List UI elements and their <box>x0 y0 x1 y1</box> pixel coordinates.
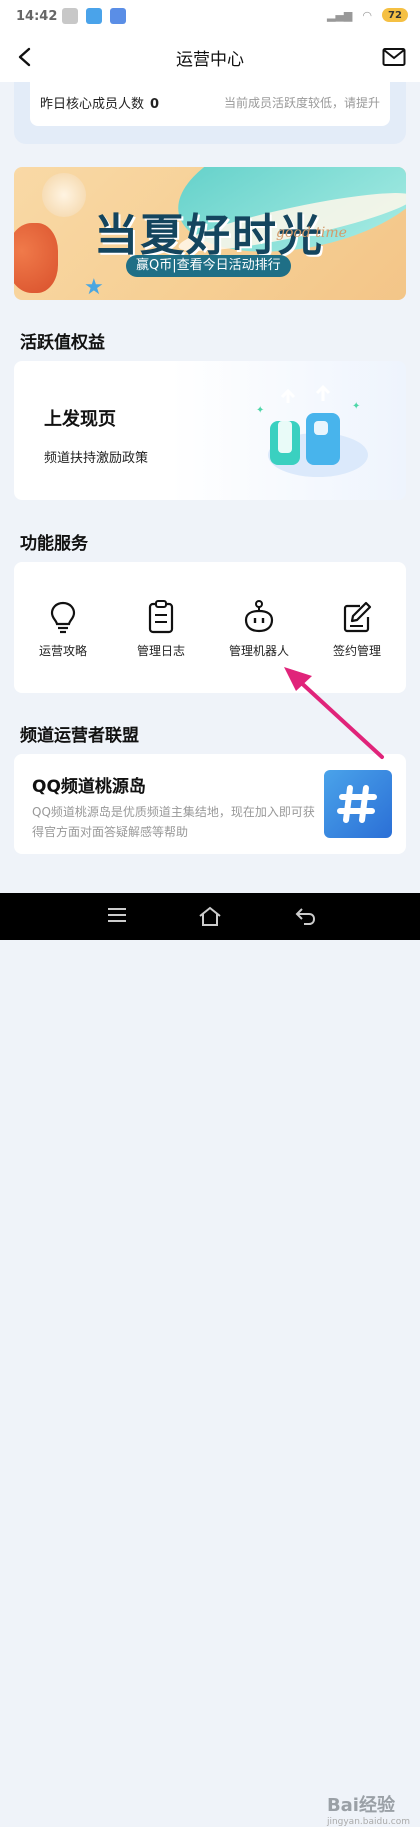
hashtag-island-icon <box>324 770 392 838</box>
discover-page-card[interactable]: 上发现页 频道扶持激励政策 ✦ ✦ <box>14 361 406 500</box>
alliance-section-title: 频道运营者联盟 <box>20 726 139 746</box>
discover-card-title: 上发现页 <box>44 409 116 430</box>
banner-script-text: good time <box>276 225 347 241</box>
mail-icon[interactable] <box>382 47 406 67</box>
svg-text:✦: ✦ <box>256 405 264 416</box>
up-illustration-icon: ✦ ✦ <box>256 384 368 477</box>
page-title: 运营中心 <box>176 50 244 70</box>
home-icon[interactable] <box>198 905 222 927</box>
nav-bar: 运营中心 <box>0 34 420 82</box>
service-item-strategy[interactable]: 运营攻略 <box>18 600 108 659</box>
alliance-card-desc: QQ频道桃源岛是优质频道主集结地，现在加入即可获得官方面对面答疑解感等帮助 <box>32 805 315 839</box>
battery-icon: 72 <box>382 8 408 22</box>
service-label: 运营攻略 <box>38 644 87 658</box>
service-item-robot[interactable]: 管理机器人 <box>214 600 304 659</box>
summer-event-banner[interactable]: ★ 当夏好时光 good time 赢Q币|查看今日活动排行 <box>14 167 406 300</box>
watermark-text: Bai经验 <box>326 1795 395 1816</box>
shell-icon <box>14 223 58 293</box>
notification-icons <box>62 8 126 24</box>
status-right: ▂▄▆ ◠ 72 <box>327 8 408 22</box>
services-section-title: 功能服务 <box>20 534 88 554</box>
clipboard-icon <box>148 600 174 634</box>
alliance-card[interactable]: QQ频道桃源岛 QQ频道桃源岛是优质频道主集结地，现在加入即可获得官方面对面答疑… <box>14 754 406 854</box>
activity-hint: 当前成员活跃度较低，请提升 <box>223 96 380 110</box>
alliance-card-title: QQ频道桃源岛 <box>32 777 146 797</box>
core-member-label: 昨日核心成员人数 0 <box>40 93 159 112</box>
robot-icon <box>244 600 274 633</box>
core-member-count: 0 <box>150 97 160 112</box>
wifi-icon: ◠ <box>362 8 372 22</box>
core-member-card: 昨日核心成员人数 0 当前成员活跃度较低，请提升 <box>14 82 406 144</box>
svg-text:✦: ✦ <box>352 401 360 412</box>
baidu-watermark: Bai经验 jingyan.baidu.com <box>327 1791 410 1827</box>
edit-icon <box>343 601 372 633</box>
service-label: 管理日志 <box>136 644 185 658</box>
notification-app-icon <box>62 8 78 24</box>
menu-icon[interactable] <box>106 905 128 925</box>
service-item-contract[interactable]: 签约管理 <box>312 600 402 659</box>
notification-app-icon <box>86 8 102 24</box>
notification-app-icon <box>110 8 126 24</box>
service-label: 签约管理 <box>332 644 381 658</box>
service-item-logs[interactable]: 管理日志 <box>116 600 206 659</box>
service-label: 管理机器人 <box>228 644 289 658</box>
starfish-icon: ★ <box>84 275 104 300</box>
status-time: 14:42 <box>16 9 58 24</box>
activity-section-title: 活跃值权益 <box>20 333 105 353</box>
core-member-label-text: 昨日核心成员人数 <box>40 97 145 112</box>
banner-subtitle: 赢Q币|查看今日活动排行 <box>126 255 291 277</box>
back-nav-icon[interactable] <box>294 905 316 927</box>
watermark-sub: jingyan.baidu.com <box>326 1817 410 1827</box>
services-card: 运营攻略 管理日志 管理机器人 签约管理 <box>14 562 406 693</box>
lightbulb-icon <box>50 601 76 634</box>
discover-card-desc: 频道扶持激励政策 <box>44 451 149 466</box>
system-nav-bar: Bai经验 jingyan.baidu.com <box>0 893 420 1827</box>
seashell-icon <box>42 173 86 217</box>
status-bar: 14:42 ▂▄▆ ◠ 72 <box>0 0 420 34</box>
signal-icon: ▂▄▆ <box>327 8 353 22</box>
core-member-inner: 昨日核心成员人数 0 当前成员活跃度较低，请提升 <box>30 82 390 126</box>
